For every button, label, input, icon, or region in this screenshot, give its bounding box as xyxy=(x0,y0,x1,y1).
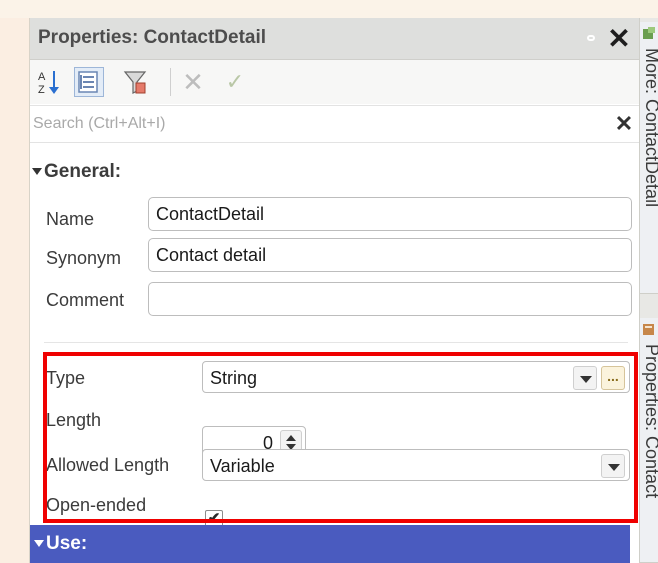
type-label: Type xyxy=(46,368,86,388)
length-label: Length xyxy=(46,410,102,430)
name-label: Name xyxy=(46,209,95,229)
collapse-triangle-icon xyxy=(32,168,42,176)
type-field[interactable]: String ... xyxy=(202,361,630,393)
top-strip xyxy=(0,0,658,18)
allowed-length-dropdown-button[interactable] xyxy=(601,454,625,478)
synonym-field[interactable] xyxy=(148,238,632,272)
name-field[interactable] xyxy=(148,197,632,231)
collapse-triangle-icon xyxy=(34,540,44,548)
allowed-length-value: Variable xyxy=(210,456,275,476)
type-select-button[interactable]: ... xyxy=(601,366,625,390)
clear-search-icon[interactable]: ✕ xyxy=(612,112,636,136)
svg-text:Z: Z xyxy=(38,84,45,95)
search-input[interactable] xyxy=(30,109,600,139)
sort-az-button[interactable]: A Z xyxy=(34,67,64,97)
filter-icon xyxy=(123,71,147,94)
type-value: String xyxy=(210,368,258,388)
search-row: ✕ xyxy=(30,105,640,143)
side-tab-properties-label: Properties: Contact xyxy=(642,344,658,499)
properties-tab-icon xyxy=(643,324,654,335)
allowed-length-field[interactable]: Variable xyxy=(202,449,630,481)
panel-title: Properties: ContactDetail xyxy=(38,27,267,48)
type-dropdown-button[interactable] xyxy=(573,366,597,390)
categories-button[interactable] xyxy=(74,67,104,97)
group-header-use[interactable]: Use: xyxy=(30,525,630,563)
section-divider xyxy=(44,342,628,343)
group-title-general: General: xyxy=(44,161,122,182)
pin-icon[interactable] xyxy=(587,35,595,41)
apply-button[interactable]: ✓ xyxy=(220,67,250,97)
filter-button[interactable] xyxy=(120,67,150,97)
panel-title-bar: Properties: ContactDetail ✕ xyxy=(30,18,640,60)
open-ended-label: Open-ended xyxy=(46,495,147,515)
svg-text:A: A xyxy=(38,71,46,83)
allowed-length-label: Allowed Length xyxy=(46,455,170,475)
side-tab-more[interactable]: More: ContactDetail xyxy=(640,22,658,294)
group-title-use: Use: xyxy=(46,533,88,554)
group-header-general[interactable]: General: xyxy=(30,161,121,189)
categories-icon xyxy=(78,71,98,93)
spin-up-icon xyxy=(286,435,296,441)
close-icon[interactable]: ✕ xyxy=(605,23,633,55)
cancel-button[interactable]: ✕ xyxy=(178,67,208,97)
toolbar-separator xyxy=(170,68,171,96)
check-icon: ✓ xyxy=(225,69,245,94)
properties-panel: Properties: ContactDetail ✕ A Z ✕ ✓ Sear… xyxy=(29,18,640,563)
more-tab-icon xyxy=(643,27,655,39)
comment-field[interactable] xyxy=(148,282,632,316)
comment-label: Comment xyxy=(46,290,125,310)
sort-az-icon: A Z xyxy=(38,71,59,95)
toolbar: A Z ✕ ✓ xyxy=(30,60,640,104)
side-tab-more-label: More: ContactDetail xyxy=(642,48,658,208)
side-tab-properties[interactable]: Properties: Contact xyxy=(640,318,658,563)
synonym-label: Synonym xyxy=(46,248,122,268)
x-icon: ✕ xyxy=(182,67,204,97)
side-tab-strip: More: ContactDetail Properties: Contact xyxy=(639,18,658,563)
group-title-use-wrapper: Use: xyxy=(32,533,87,555)
